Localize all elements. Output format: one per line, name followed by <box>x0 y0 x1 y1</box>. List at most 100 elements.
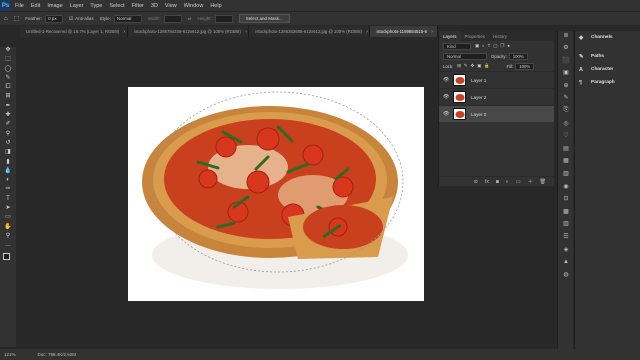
new-layer-icon[interactable]: ＋ <box>528 178 533 185</box>
tab-properties[interactable]: Properties <box>461 31 490 41</box>
fill-input[interactable]: 100% <box>515 62 535 70</box>
menu-item-image[interactable]: Image <box>47 3 62 9</box>
panel-paragraph[interactable]: ¶ Paragraph <box>575 76 640 89</box>
fx-icon[interactable]: fx <box>485 179 489 185</box>
menu-item-select[interactable]: Select <box>109 3 124 9</box>
layer-name[interactable]: Layer 1 <box>471 78 486 83</box>
layer-name[interactable]: Layer 2 <box>471 95 486 100</box>
panel-icon[interactable]: ✎ <box>561 94 571 102</box>
home-icon[interactable]: ⌂ <box>4 16 8 22</box>
menu-item-3d[interactable]: 3D <box>151 3 158 9</box>
menu-item-filter[interactable]: Filter <box>132 3 144 9</box>
menu-item-window[interactable]: Window <box>184 3 204 9</box>
close-icon[interactable]: × <box>123 29 126 34</box>
menu-item-layer[interactable]: Layer <box>70 3 84 9</box>
zoom-level[interactable]: 121% <box>4 352 16 357</box>
menu-item-view[interactable]: View <box>165 3 177 9</box>
antialias-control[interactable]: ☑ Anti-alias <box>69 16 94 22</box>
layer-row[interactable]: 👁 Layer 0 <box>439 105 554 122</box>
adjustment-icon[interactable]: ◐ <box>506 179 509 185</box>
document-image[interactable] <box>128 87 424 301</box>
tab-history[interactable]: History <box>489 31 511 41</box>
close-icon[interactable]: × <box>431 29 434 34</box>
pen-tool-icon[interactable]: ✑ <box>3 186 13 193</box>
panel-icon[interactable]: ▦ <box>561 157 571 165</box>
panel-icon[interactable]: ▲ <box>561 258 571 266</box>
dodge-tool-icon[interactable]: ◐ <box>3 177 13 184</box>
layer-row[interactable]: 👁 Layer 1 <box>439 71 554 88</box>
move-tool-icon[interactable]: ✥ <box>3 47 13 54</box>
layer-name[interactable]: Layer 0 <box>471 112 486 117</box>
quick-select-tool-icon[interactable]: ✎ <box>3 75 13 82</box>
rectangle-tool-icon[interactable]: ▭ <box>3 214 13 221</box>
panel-icon[interactable]: ⊕ <box>561 81 571 89</box>
menu-item-edit[interactable]: Edit <box>31 3 40 9</box>
style-select[interactable]: Normal <box>113 14 142 23</box>
kind-filter[interactable]: Kind <box>443 42 471 50</box>
history-brush-tool-icon[interactable]: ↺ <box>3 140 13 147</box>
panel-icon[interactable]: ⊡ <box>561 195 571 203</box>
group-icon[interactable]: ▭ <box>516 179 521 185</box>
menu-item-file[interactable]: File <box>15 3 24 9</box>
eye-icon[interactable]: 👁 <box>443 111 451 117</box>
eraser-tool-icon[interactable]: ◨ <box>3 149 13 156</box>
eye-icon[interactable]: 👁 <box>443 94 451 100</box>
panel-icon[interactable]: ▩ <box>561 207 571 215</box>
document-tab[interactable]: Untitled-1-Recovered @ 16.7% (Layer 1, R… <box>20 26 129 37</box>
lasso-tool-icon[interactable]: ◯ <box>3 66 13 73</box>
trash-icon[interactable]: 🗑 <box>540 179 546 185</box>
panel-icon[interactable]: ⬛ <box>561 56 571 64</box>
panel-icon[interactable]: ⎘ <box>561 107 571 115</box>
hand-tool-icon[interactable]: ✋ <box>3 224 13 231</box>
height-input[interactable] <box>214 14 233 23</box>
filter-icons[interactable]: ▣◐T▢❐● <box>475 43 513 49</box>
eyedropper-tool-icon[interactable]: ✒ <box>3 103 13 110</box>
stamp-tool-icon[interactable]: ⚲ <box>3 131 13 138</box>
tab-layers[interactable]: Layers <box>439 31 461 41</box>
panel-icon[interactable]: ▥ <box>561 220 571 228</box>
panel-icon[interactable]: ≣ <box>561 31 571 39</box>
panel-icon[interactable]: ◍ <box>561 270 571 278</box>
width-input[interactable] <box>163 14 182 23</box>
swap-icon[interactable]: ⇄ <box>188 16 192 22</box>
brush-tool-icon[interactable]: ✐ <box>3 121 13 128</box>
antialias-checkbox[interactable]: ☑ <box>69 16 73 22</box>
lock-icons[interactable]: ⊞✎✥▣🔒 <box>457 63 492 69</box>
more-tools-icon[interactable]: … <box>3 242 13 249</box>
healing-tool-icon[interactable]: ✚ <box>3 112 13 119</box>
panel-icon[interactable]: ☰ <box>561 233 571 241</box>
blend-mode-select[interactable]: Normal <box>443 52 487 60</box>
blur-tool-icon[interactable]: 💧 <box>3 168 13 175</box>
close-icon[interactable]: × <box>366 29 369 34</box>
eye-icon[interactable]: 👁 <box>443 77 451 83</box>
panel-icon[interactable]: ▣ <box>561 69 571 77</box>
panel-icon[interactable]: ▨ <box>561 170 571 178</box>
panel-icon[interactable]: ♡ <box>561 132 571 140</box>
panel-icon[interactable]: ◎ <box>561 119 571 127</box>
document-tab[interactable]: istockphoto-1286353685-612x612.jpg @ 100… <box>249 26 371 37</box>
document-tab[interactable]: istockphoto-1285784346-612x612.jpg @ 100… <box>128 26 250 37</box>
document-tab[interactable]: istockphoto-1189884515-6 × <box>370 26 438 37</box>
feather-input[interactable]: 0 px <box>45 14 64 23</box>
menu-item-help[interactable]: Help <box>210 3 221 9</box>
mask-icon[interactable]: ◙ <box>496 179 499 185</box>
opacity-input[interactable]: 100% <box>508 52 528 60</box>
marquee-options-icon[interactable]: ⬚ <box>14 15 20 22</box>
type-tool-icon[interactable]: T <box>3 196 13 203</box>
zoom-tool-icon[interactable]: ⚲ <box>3 233 13 240</box>
select-and-mask-button[interactable]: Select and Mask... <box>238 14 290 23</box>
close-icon[interactable]: × <box>245 29 248 34</box>
layer-row[interactable]: 👁 Layer 2 <box>439 88 554 105</box>
panel-channels[interactable]: ◆ Channels <box>575 31 640 44</box>
crop-tool-icon[interactable]: ⧠ <box>3 84 13 91</box>
color-swatches[interactable] <box>3 253 13 264</box>
frame-tool-icon[interactable]: ⊞ <box>3 93 13 100</box>
panel-icon[interactable]: ◉ <box>561 182 571 190</box>
panel-icon[interactable]: ⚙ <box>561 44 571 52</box>
menu-item-type[interactable]: Type <box>90 3 102 9</box>
foreground-color[interactable] <box>3 253 10 261</box>
panel-icon[interactable]: ▤ <box>561 144 571 152</box>
path-select-tool-icon[interactable]: ➤ <box>3 205 13 212</box>
link-icon[interactable]: ⊘ <box>474 179 478 185</box>
panel-icon[interactable]: ◈ <box>561 245 571 253</box>
